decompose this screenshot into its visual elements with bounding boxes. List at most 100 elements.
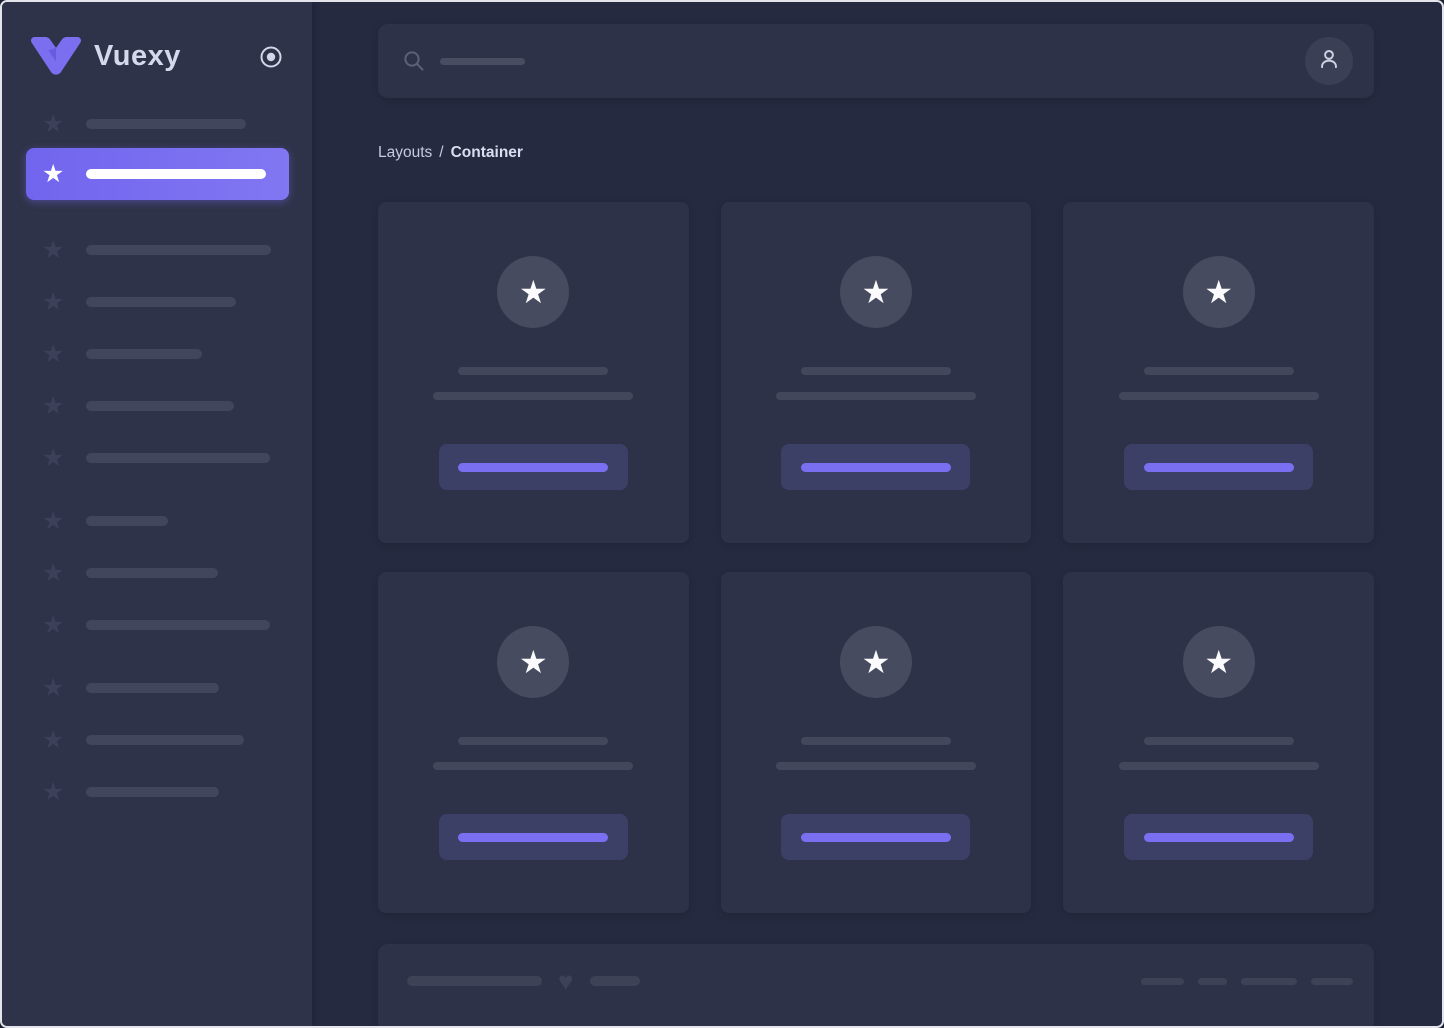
main-area: Layouts / Container ★ ★ ★ ★ ★ ★ ♥ — [312, 2, 1442, 1026]
card-skeleton-line — [1118, 762, 1319, 770]
star-icon: ★ — [42, 559, 65, 587]
card-action-button[interactable] — [1124, 814, 1314, 860]
card-skeleton-line — [433, 762, 634, 770]
button-label-skeleton — [458, 832, 609, 842]
sidebar-header: Vuexy — [2, 2, 312, 77]
app-window: Vuexy ★ ★ ★ ★ ★ ★ ★ ★ ★ ★ ★ ★ ★ Layouts … — [0, 0, 1444, 1028]
placeholder-card: ★ — [1063, 202, 1374, 543]
card-skeleton-line — [800, 367, 951, 375]
sidebar-item[interactable]: ★ — [42, 675, 312, 701]
card-action-button[interactable] — [438, 814, 628, 860]
card-avatar-circle: ★ — [1182, 256, 1255, 328]
card-action-button[interactable] — [781, 444, 971, 490]
breadcrumb: Layouts / Container — [378, 144, 1374, 162]
star-icon: ★ — [42, 288, 65, 316]
button-label-skeleton — [800, 832, 951, 842]
button-label-skeleton — [458, 462, 609, 472]
card-action-button[interactable] — [438, 444, 628, 490]
button-label-skeleton — [1143, 832, 1294, 842]
skeleton-bar — [86, 516, 168, 526]
button-label-skeleton — [800, 462, 951, 472]
star-icon: ★ — [42, 726, 65, 754]
sidebar-item[interactable]: ★ — [42, 445, 312, 471]
breadcrumb-section[interactable]: Layouts — [378, 144, 432, 161]
topbar — [378, 24, 1374, 98]
heart-icon: ♥ — [558, 966, 574, 996]
skeleton-bar — [86, 683, 219, 693]
star-icon: ★ — [42, 392, 65, 420]
skeleton-bar — [86, 787, 219, 797]
sidebar-item[interactable]: ★ — [42, 341, 312, 367]
star-icon: ★ — [1204, 274, 1233, 310]
search-input[interactable] — [402, 49, 1305, 73]
sidebar-item[interactable]: ★ — [42, 560, 312, 586]
sidebar-item[interactable]: ★ — [42, 111, 312, 137]
search-icon — [402, 49, 426, 73]
placeholder-card: ★ — [720, 572, 1032, 913]
card-skeleton-line — [458, 367, 609, 375]
card-skeleton-line — [800, 737, 951, 745]
placeholder-card: ★ — [378, 202, 689, 543]
skeleton-bar — [86, 169, 266, 179]
sidebar-item[interactable]: ★ — [42, 779, 312, 805]
star-icon: ★ — [42, 110, 65, 138]
card-skeleton-line — [775, 762, 976, 770]
sidebar-item[interactable]: ★ — [42, 393, 312, 419]
sidebar-item[interactable]: ★ — [42, 508, 312, 534]
star-icon: ★ — [518, 274, 548, 310]
skeleton-bar — [86, 568, 218, 578]
footer-link-skeleton — [1198, 977, 1227, 985]
star-icon: ★ — [42, 160, 65, 188]
footer-skeleton-bar — [407, 976, 542, 986]
skeleton-bar — [86, 620, 270, 630]
star-icon: ★ — [42, 340, 65, 368]
card-skeleton-line — [1118, 392, 1319, 400]
star-icon: ★ — [861, 644, 891, 680]
breadcrumb-separator: / — [439, 144, 444, 161]
placeholder-card: ★ — [1063, 572, 1374, 913]
card-action-button[interactable] — [781, 814, 971, 860]
pin-radio-icon[interactable] — [256, 42, 286, 72]
star-icon: ★ — [861, 274, 891, 310]
footer-link-skeleton — [1311, 977, 1353, 985]
card-skeleton-line — [458, 737, 609, 745]
sidebar-item[interactable]: ★ — [42, 612, 312, 638]
star-icon: ★ — [42, 507, 65, 535]
card-skeleton-line — [433, 392, 634, 400]
vuexy-logo-icon[interactable] — [30, 36, 82, 77]
card-avatar-circle: ★ — [1182, 626, 1255, 698]
person-icon — [1316, 46, 1342, 77]
user-avatar[interactable] — [1305, 37, 1353, 85]
sidebar-item[interactable]: ★ — [42, 727, 312, 753]
card-skeleton-line — [1143, 367, 1294, 375]
search-placeholder-skeleton — [440, 57, 525, 65]
button-label-skeleton — [1143, 462, 1294, 472]
card-action-button[interactable] — [1124, 444, 1314, 490]
skeleton-bar — [86, 119, 246, 129]
star-icon: ★ — [42, 236, 65, 264]
sidebar: Vuexy ★ ★ ★ ★ ★ ★ ★ ★ ★ ★ ★ ★ ★ — [2, 2, 312, 1026]
breadcrumb-current-page: Container — [450, 144, 523, 161]
skeleton-bar — [86, 297, 236, 307]
card-avatar-circle: ★ — [497, 256, 570, 328]
card-avatar-circle: ★ — [839, 626, 912, 698]
footer-link-skeleton — [1141, 977, 1184, 985]
sidebar-item[interactable]: ★ — [42, 237, 312, 263]
card-skeleton-line — [1143, 737, 1294, 745]
star-icon: ★ — [518, 644, 548, 680]
footer-links — [1127, 977, 1353, 985]
card-avatar-circle: ★ — [839, 256, 912, 328]
star-icon: ★ — [42, 444, 65, 472]
footer: ♥ — [378, 944, 1374, 1026]
star-icon: ★ — [42, 674, 65, 702]
skeleton-bar — [86, 349, 202, 359]
skeleton-bar — [86, 401, 234, 411]
sidebar-item[interactable]: ★ — [42, 289, 312, 315]
skeleton-bar — [86, 453, 270, 463]
skeleton-bar — [86, 735, 244, 745]
sidebar-nav: ★ ★ ★ ★ ★ ★ ★ ★ ★ ★ ★ ★ ★ — [2, 111, 312, 805]
card-skeleton-line — [775, 392, 976, 400]
sidebar-item-active[interactable]: ★ — [26, 148, 289, 200]
card-grid: ★ ★ ★ ★ ★ ★ — [378, 202, 1374, 913]
footer-skeleton-bar — [590, 976, 641, 986]
